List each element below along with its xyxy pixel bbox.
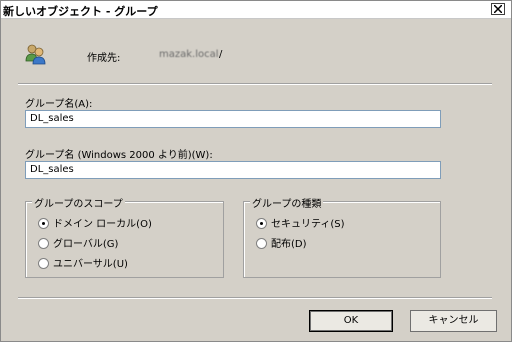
group-type-title: グループの種類: [250, 195, 324, 210]
scope-domain-local-radio[interactable]: ドメイン ローカル(O): [38, 215, 152, 230]
window-title: 新しいオブジェクト - グループ: [3, 5, 158, 18]
close-icon: [494, 5, 502, 13]
created-in-suffix: /: [219, 49, 223, 60]
ok-button[interactable]: OK: [309, 310, 393, 332]
created-in-value: mazak.local: [159, 49, 219, 60]
group-scope-box: グループのスコープ ドメイン ローカル(O) グローバル(G) ユニバーサル(U…: [25, 195, 224, 278]
radio-button-icon[interactable]: [38, 218, 49, 229]
radio-button-icon[interactable]: [38, 258, 49, 269]
divider-top: [18, 83, 492, 85]
type-distribution-radio[interactable]: 配布(D): [256, 235, 307, 250]
group-type-box: グループの種類 セキュリティ(S) 配布(D): [243, 195, 441, 278]
divider-bottom: [18, 297, 492, 299]
group-users-icon: [25, 43, 46, 65]
cancel-button[interactable]: キャンセル: [410, 310, 497, 332]
type-security-label: セキュリティ(S): [271, 219, 345, 230]
type-distribution-label: 配布(D): [271, 239, 307, 250]
scope-domain-local-label: ドメイン ローカル(O): [53, 219, 152, 230]
close-button[interactable]: [491, 3, 505, 15]
type-security-radio[interactable]: セキュリティ(S): [256, 215, 345, 230]
radio-button-icon[interactable]: [256, 238, 267, 249]
group-name-pre2000-field[interactable]: DL_sales: [25, 161, 441, 179]
group-name-pre2000-label: グループ名 (Windows 2000 より前)(W):: [25, 150, 213, 161]
scope-global-label: グローバル(G): [53, 239, 119, 250]
created-in-label: 作成先:: [87, 53, 121, 64]
title-bar: 新しいオブジェクト - グループ: [1, 1, 511, 19]
scope-global-radio[interactable]: グローバル(G): [38, 235, 118, 250]
scope-universal-label: ユニバーサル(U): [53, 259, 128, 270]
group-name-field[interactable]: DL_sales: [25, 110, 441, 128]
radio-button-icon[interactable]: [256, 218, 267, 229]
new-group-dialog: 新しいオブジェクト - グループ 作成先: mazak.local / グループ…: [0, 0, 512, 342]
scope-universal-radio[interactable]: ユニバーサル(U): [38, 255, 128, 270]
radio-button-icon[interactable]: [38, 238, 49, 249]
group-name-label: グループ名(A):: [25, 99, 93, 110]
group-scope-title: グループのスコープ: [32, 195, 125, 210]
